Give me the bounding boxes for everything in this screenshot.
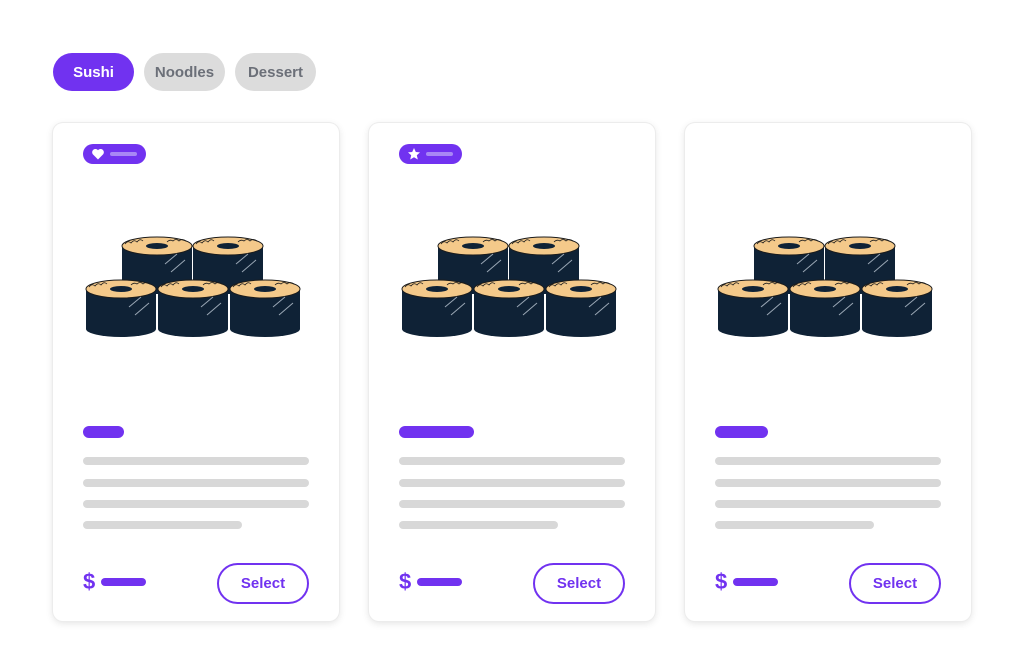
dollar-icon: $ bbox=[83, 569, 96, 594]
description-line bbox=[83, 457, 309, 465]
description-line bbox=[399, 521, 558, 529]
dollar-icon: $ bbox=[715, 569, 728, 594]
badge-label-placeholder bbox=[426, 152, 453, 156]
sushi-image bbox=[85, 236, 301, 338]
tab-sushi[interactable]: Sushi bbox=[53, 53, 134, 91]
product-title-placeholder bbox=[399, 426, 474, 438]
product-card: $ Select bbox=[369, 123, 655, 621]
price: $ bbox=[715, 569, 779, 594]
price-value-placeholder bbox=[101, 578, 147, 586]
select-button[interactable]: Select bbox=[217, 563, 309, 604]
heart-icon bbox=[92, 149, 104, 160]
dollar-icon: $ bbox=[399, 569, 412, 594]
product-title-placeholder bbox=[83, 426, 124, 438]
description-line bbox=[715, 521, 874, 529]
price: $ bbox=[399, 569, 463, 594]
price-value-placeholder bbox=[733, 578, 779, 586]
product-title-placeholder bbox=[715, 426, 768, 438]
product-card: $ Select bbox=[685, 123, 971, 621]
description-line bbox=[83, 500, 309, 508]
description-line bbox=[715, 500, 941, 508]
select-button[interactable]: Select bbox=[849, 563, 941, 604]
filter-tabs: Sushi Noodles Dessert bbox=[53, 53, 316, 91]
select-button[interactable]: Select bbox=[533, 563, 625, 604]
star-icon bbox=[408, 148, 420, 160]
sushi-image bbox=[717, 236, 933, 338]
description-line bbox=[399, 457, 625, 465]
description-line bbox=[83, 479, 309, 487]
product-card: $ Select bbox=[53, 123, 339, 621]
featured-badge bbox=[399, 144, 462, 164]
price: $ bbox=[83, 569, 147, 594]
tab-noodles[interactable]: Noodles bbox=[144, 53, 225, 91]
sushi-image bbox=[401, 236, 617, 338]
description-line bbox=[399, 500, 625, 508]
favorite-badge bbox=[83, 144, 146, 164]
description-line bbox=[715, 457, 941, 465]
description-line bbox=[83, 521, 242, 529]
description-line bbox=[715, 479, 941, 487]
badge-label-placeholder bbox=[110, 152, 137, 156]
tab-dessert[interactable]: Dessert bbox=[235, 53, 316, 91]
price-value-placeholder bbox=[417, 578, 463, 586]
description-line bbox=[399, 479, 625, 487]
